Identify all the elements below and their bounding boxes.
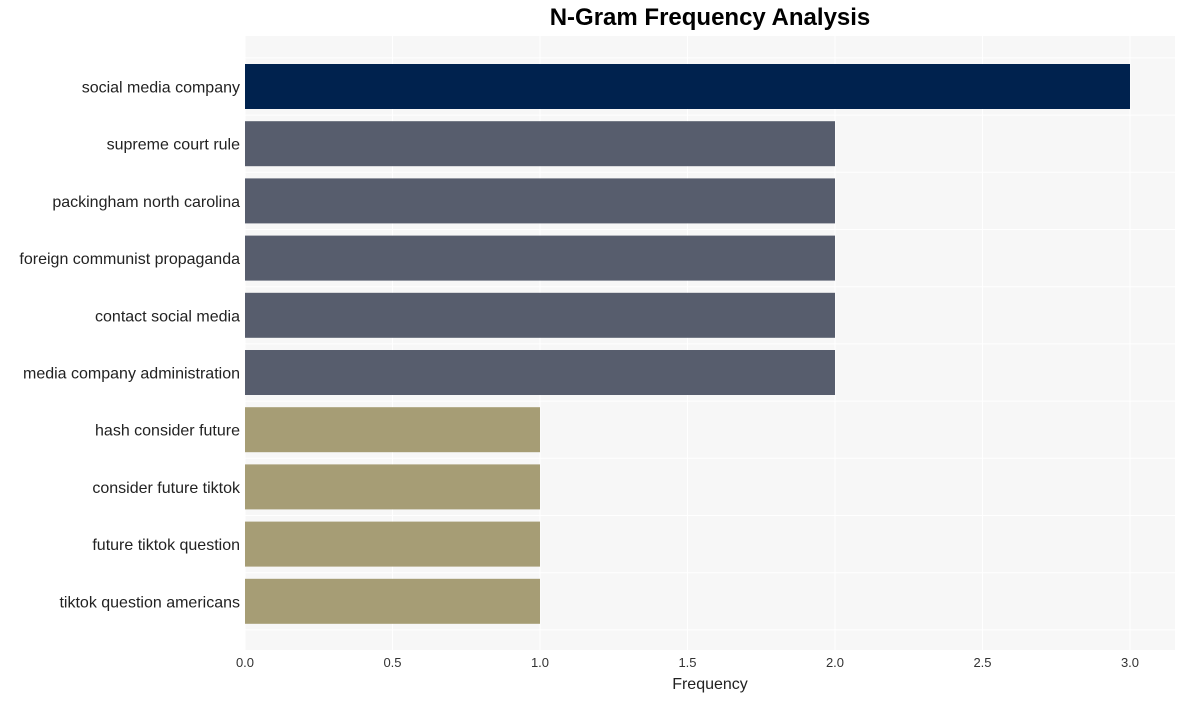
x-tick-label: 1.5 bbox=[678, 655, 696, 670]
y-tick-label: packingham north carolina bbox=[52, 194, 240, 211]
y-tick-label: tiktok question americans bbox=[59, 594, 240, 611]
bar bbox=[245, 464, 540, 510]
x-tick-label: 1.0 bbox=[531, 655, 549, 670]
y-tick-label: consider future tiktok bbox=[92, 480, 241, 497]
x-tick-label: 2.0 bbox=[826, 655, 844, 670]
x-tick-label: 2.5 bbox=[973, 655, 991, 670]
bar bbox=[245, 121, 835, 167]
y-axis-labels: social media company supreme court rule pa… bbox=[19, 80, 241, 612]
y-tick-label: hash consider future bbox=[95, 423, 240, 440]
bar bbox=[245, 407, 540, 453]
y-tick-label: future tiktok question bbox=[92, 537, 240, 554]
x-axis-ticks: 0.0 0.5 1.0 1.5 2.0 2.5 3.0 bbox=[236, 655, 1139, 670]
bar bbox=[245, 178, 835, 224]
y-tick-label: foreign communist propaganda bbox=[19, 251, 240, 268]
x-tick-label: 3.0 bbox=[1121, 655, 1139, 670]
y-tick-label: social media company bbox=[82, 80, 240, 97]
bar-chart: social media company supreme court rule pa… bbox=[19, 36, 1175, 693]
bar bbox=[245, 235, 835, 281]
bar bbox=[245, 64, 1130, 109]
y-tick-label: supreme court rule bbox=[107, 137, 240, 154]
y-tick-label: contact social media bbox=[95, 308, 240, 325]
bar bbox=[245, 578, 540, 624]
x-tick-label: 0.5 bbox=[383, 655, 401, 670]
x-tick-label: 0.0 bbox=[236, 655, 254, 670]
bar bbox=[245, 292, 835, 338]
y-tick-label: media company administration bbox=[23, 366, 240, 383]
bar bbox=[245, 521, 540, 567]
bar bbox=[245, 350, 835, 395]
x-axis-label: Frequency bbox=[672, 676, 748, 693]
